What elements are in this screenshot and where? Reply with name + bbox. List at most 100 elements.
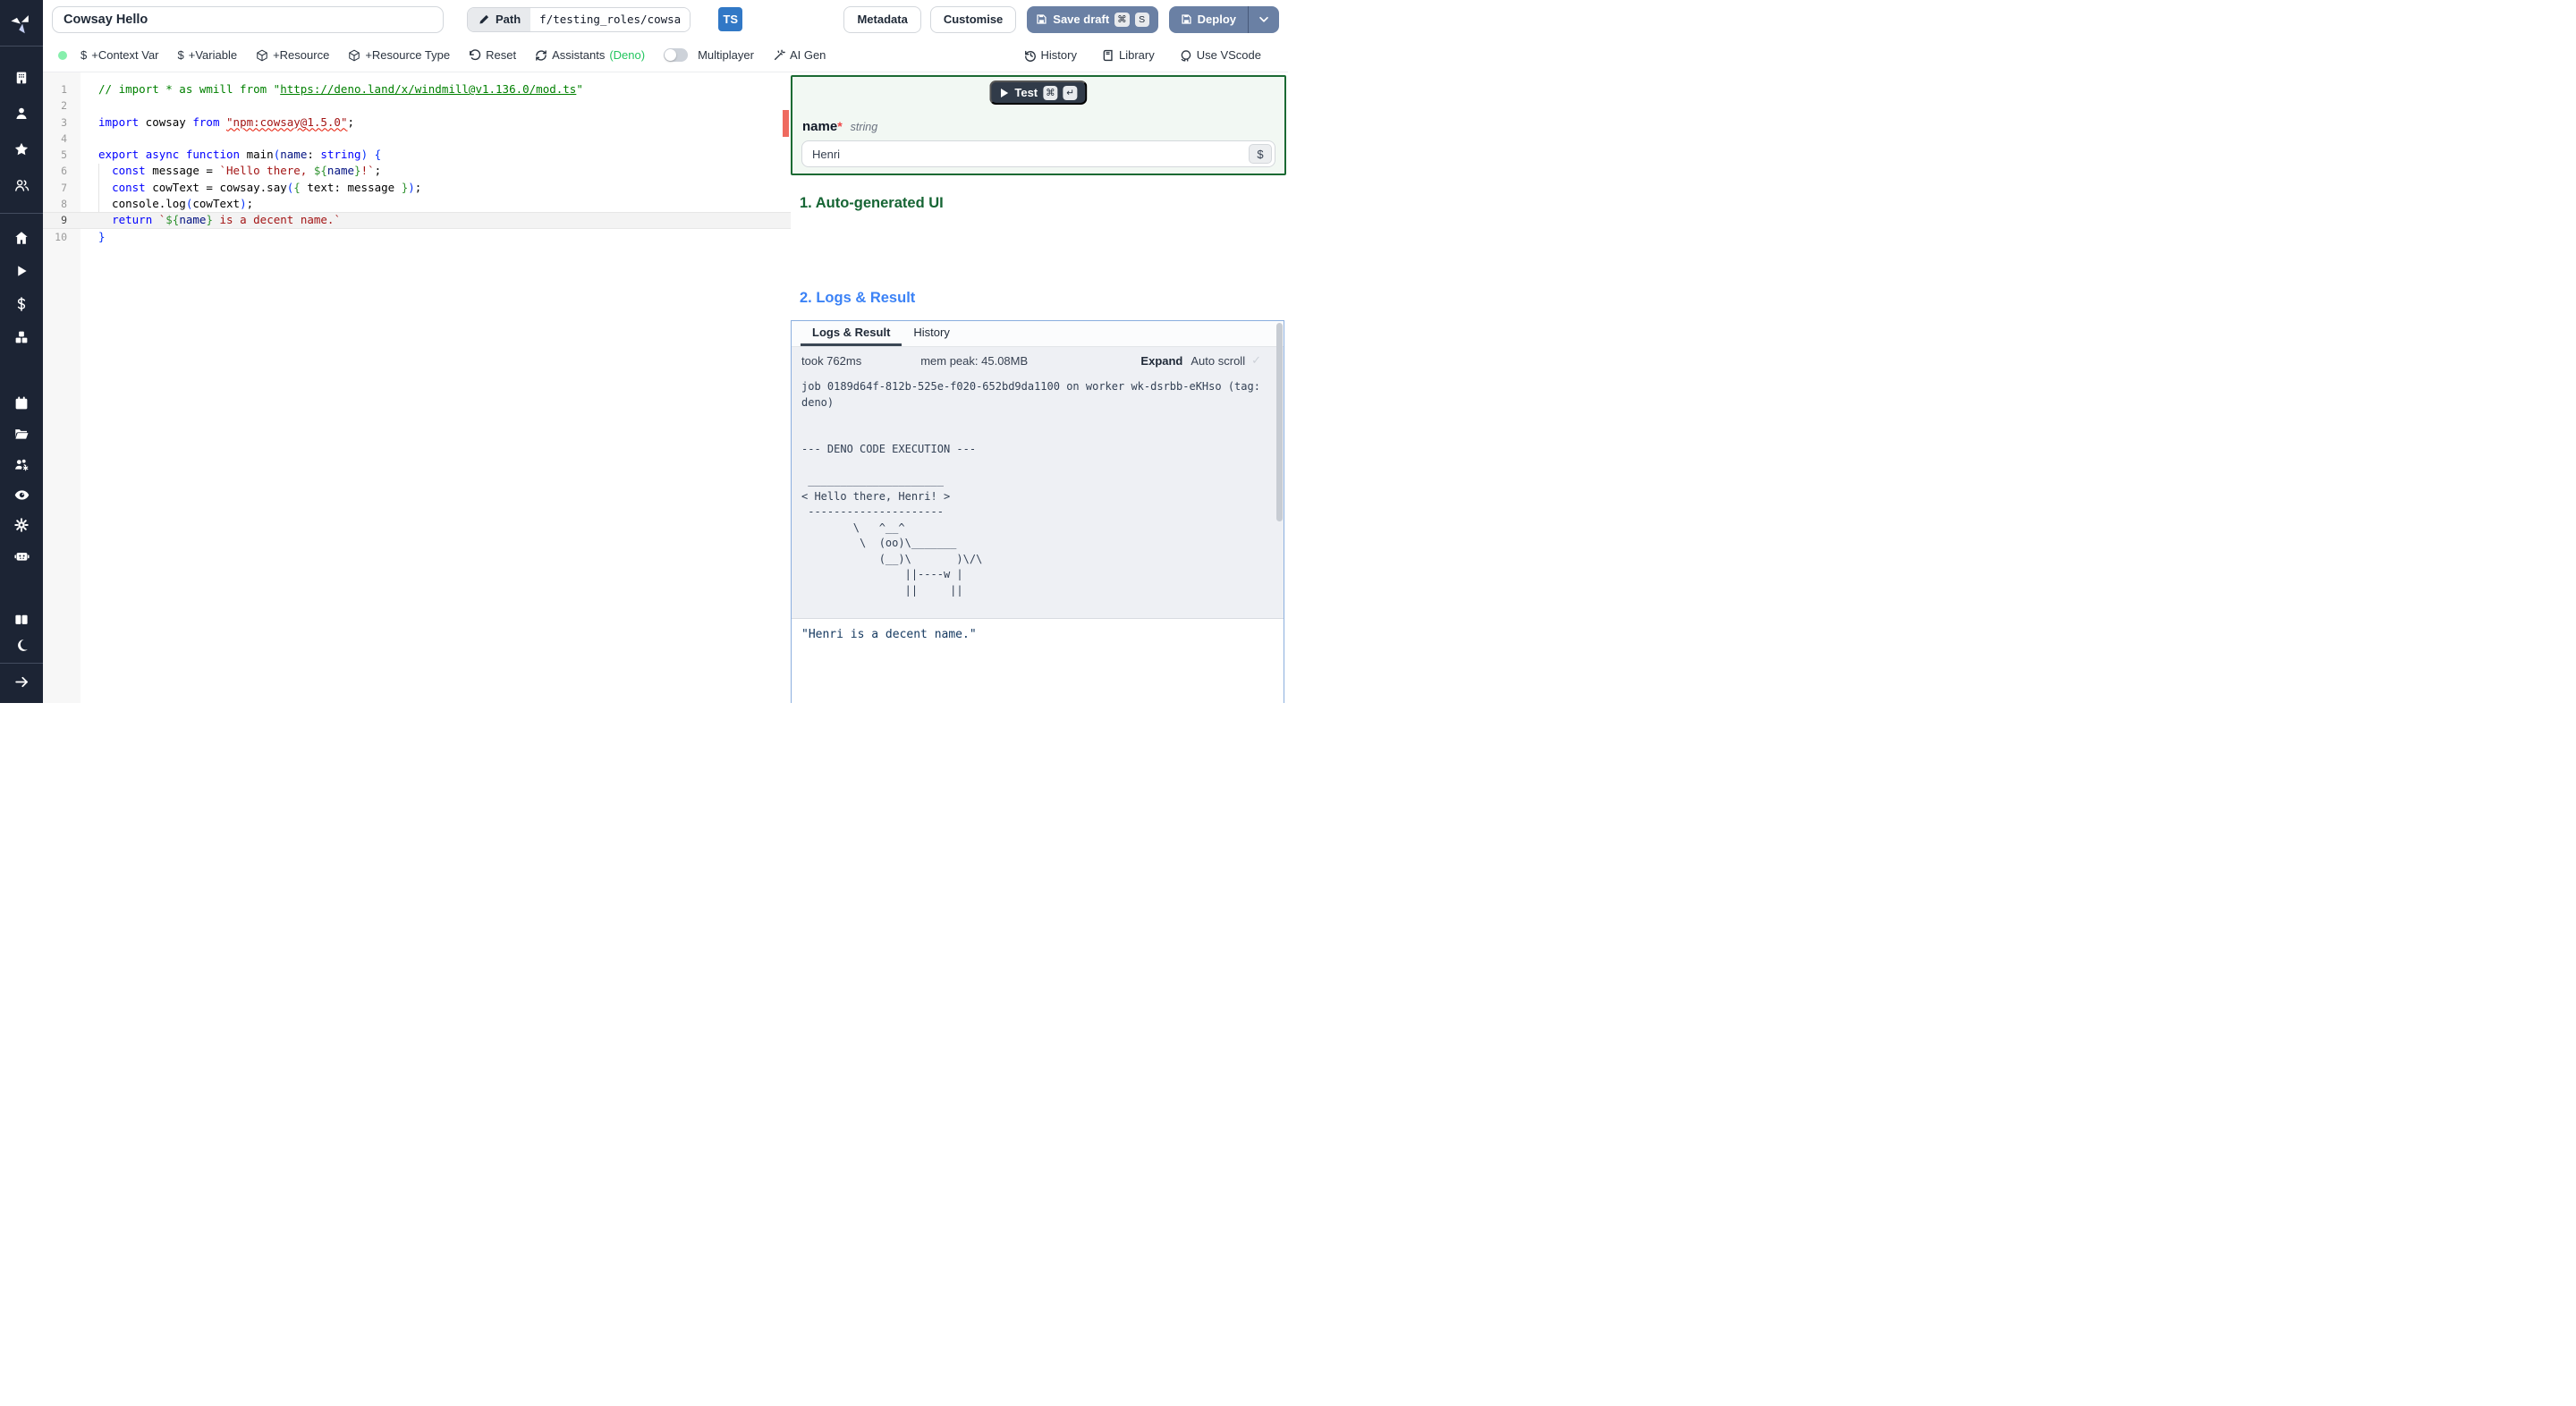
run-duration: took 762ms — [801, 353, 862, 368]
workers-robot-icon[interactable] — [0, 540, 43, 571]
groups-icon[interactable] — [0, 170, 43, 200]
sidebar — [0, 0, 43, 703]
home-icon[interactable] — [0, 223, 43, 253]
audit-eye-icon[interactable] — [0, 479, 43, 510]
status-dot — [58, 50, 67, 60]
logs-scrollbar[interactable] — [1276, 323, 1283, 614]
play-icon — [1001, 88, 1009, 97]
enter-key-badge: ↵ — [1063, 85, 1078, 100]
variables-dollar-icon[interactable] — [0, 289, 43, 319]
reset-button[interactable]: Reset — [469, 48, 516, 62]
windmill-logo-icon[interactable] — [0, 8, 43, 38]
line-number: 10 — [55, 230, 67, 243]
result-value: "Henri is a decent name." — [801, 628, 977, 641]
use-vscode-button[interactable]: Use VScode — [1180, 48, 1261, 62]
variable-picker-button[interactable]: $ — [1249, 144, 1272, 164]
mem-peak: mem peak: 45.08MB — [920, 353, 1029, 368]
arg-name-label: name * string — [802, 119, 877, 134]
folders-icon[interactable] — [0, 419, 43, 449]
multiplayer-toggle[interactable] — [664, 48, 689, 62]
add-resource-type-button[interactable]: +Resource Type — [348, 48, 450, 62]
path-value[interactable]: f/testing_roles/cowsa — [530, 7, 691, 31]
use-vscode-label: Use VScode — [1196, 48, 1261, 62]
expand-button[interactable]: Expand — [1140, 354, 1182, 368]
resources-boxes-icon[interactable] — [0, 322, 43, 352]
run-meta-row: took 762ms mem peak: 45.08MB Expand Auto… — [792, 347, 1284, 374]
code-line[interactable]: 3 import cowsay from "npm:cowsay@1.5.0"; — [43, 114, 791, 131]
line-number: 1 — [61, 83, 67, 96]
line-number: 9 — [61, 214, 67, 227]
code-line[interactable]: 4 — [43, 131, 791, 147]
auto-scroll-check-icon: ✓ — [1251, 353, 1261, 367]
top-bar: Path f/testing_roles/cowsa TS Metadata C… — [43, 0, 1288, 38]
save-draft-button[interactable]: Save draft ⌘ S — [1027, 5, 1158, 33]
schedules-calendar-icon[interactable] — [0, 388, 43, 419]
code-line[interactable]: 7 const cowText = cowsay.say({ text: mes… — [43, 180, 791, 196]
tab-history[interactable]: History — [902, 321, 961, 346]
dark-mode-moon-icon[interactable] — [0, 632, 43, 657]
code-line[interactable]: 10} — [43, 229, 791, 245]
favorites-star-icon[interactable] — [0, 134, 43, 165]
reset-label: Reset — [486, 48, 517, 62]
runs-play-icon[interactable] — [0, 256, 43, 286]
settings-gear-icon[interactable] — [0, 510, 43, 540]
book-icon — [1103, 49, 1113, 61]
history-clock-icon — [1024, 50, 1036, 62]
path-group: Path f/testing_roles/cowsa — [467, 6, 691, 32]
field-type: string — [850, 121, 878, 133]
customise-button[interactable]: Customise — [929, 5, 1017, 33]
docs-book-icon[interactable] — [0, 607, 43, 632]
logs-result-heading: 2. Logs & Result — [800, 290, 916, 306]
tab-logs-result[interactable]: Logs & Result — [801, 321, 902, 346]
deploy-dropdown-button[interactable] — [1249, 6, 1279, 33]
code-line[interactable]: 5 export async function main(name: string… — [43, 147, 791, 163]
expand-sidebar-arrow-icon[interactable] — [0, 669, 43, 694]
add-resource-type-label: +Resource Type — [365, 48, 451, 62]
library-button[interactable]: Library — [1102, 48, 1155, 62]
assistants-label: Assistants — [552, 48, 606, 62]
code-line[interactable]: 1// import * as wmill from "https://deno… — [43, 81, 791, 97]
deploy-split-button: Deploy — [1168, 5, 1279, 33]
result-panel: "Henri is a decent name." — [792, 618, 1284, 703]
field-name: name — [802, 119, 838, 134]
edit-path-button[interactable]: Path — [468, 7, 531, 31]
deploy-button[interactable]: Deploy — [1169, 6, 1248, 33]
line-number: 3 — [61, 115, 67, 129]
code-line[interactable]: 9 return `${name} is a decent name.` — [43, 212, 791, 229]
assistants-button[interactable]: Assistants (Deno) — [535, 48, 645, 62]
test-button[interactable]: Test ⌘ ↵ — [989, 80, 1088, 105]
error-marker — [783, 110, 789, 137]
script-title-input[interactable] — [52, 5, 444, 33]
save-draft-label: Save draft — [1053, 13, 1110, 26]
ai-gen-button[interactable]: AI Gen — [773, 48, 826, 62]
wand-icon — [774, 49, 785, 60]
github-icon — [1181, 49, 1191, 62]
code-editor[interactable]: 1// import * as wmill from "https://deno… — [43, 72, 791, 703]
code-line[interactable]: 2 — [43, 97, 791, 114]
add-resource-button[interactable]: +Resource — [256, 48, 329, 62]
line-number: 4 — [61, 131, 67, 145]
workspace-icon[interactable] — [0, 63, 43, 93]
save-icon — [1182, 14, 1191, 24]
auto-scroll-toggle[interactable]: Auto scroll — [1191, 354, 1245, 368]
dollar-icon: $ — [177, 48, 184, 62]
scrollbar-thumb[interactable] — [1276, 323, 1283, 521]
test-label: Test — [1014, 86, 1038, 99]
line-number: 5 — [61, 148, 67, 162]
metadata-button[interactable]: Metadata — [843, 5, 921, 33]
package-icon — [257, 49, 267, 61]
code-line[interactable]: 8 console.log(cowText); — [43, 196, 791, 212]
user-icon[interactable] — [0, 98, 43, 129]
add-context-var-button[interactable]: $ +Context Var — [80, 48, 159, 62]
line-number: 7 — [61, 181, 67, 194]
preview-panel: Test ⌘ ↵ name* string $ 1. Auto-generate… — [791, 72, 1288, 703]
history-button[interactable]: History — [1024, 48, 1077, 62]
workers-users-gear-icon[interactable] — [0, 449, 43, 479]
job-log-output: job 0189d64f-812b-525e-f020-652bd9da1100… — [801, 380, 1260, 597]
auto-generated-ui-heading: 1. Auto-generated UI — [800, 195, 944, 211]
add-variable-button[interactable]: $ +Variable — [178, 48, 238, 62]
test-args-panel: Test ⌘ ↵ name* string $ — [791, 75, 1286, 175]
name-arg-input[interactable] — [801, 140, 1275, 167]
typescript-badge: TS — [718, 7, 743, 31]
code-line[interactable]: 6 const message = `Hello there, ${name}!… — [43, 163, 791, 179]
